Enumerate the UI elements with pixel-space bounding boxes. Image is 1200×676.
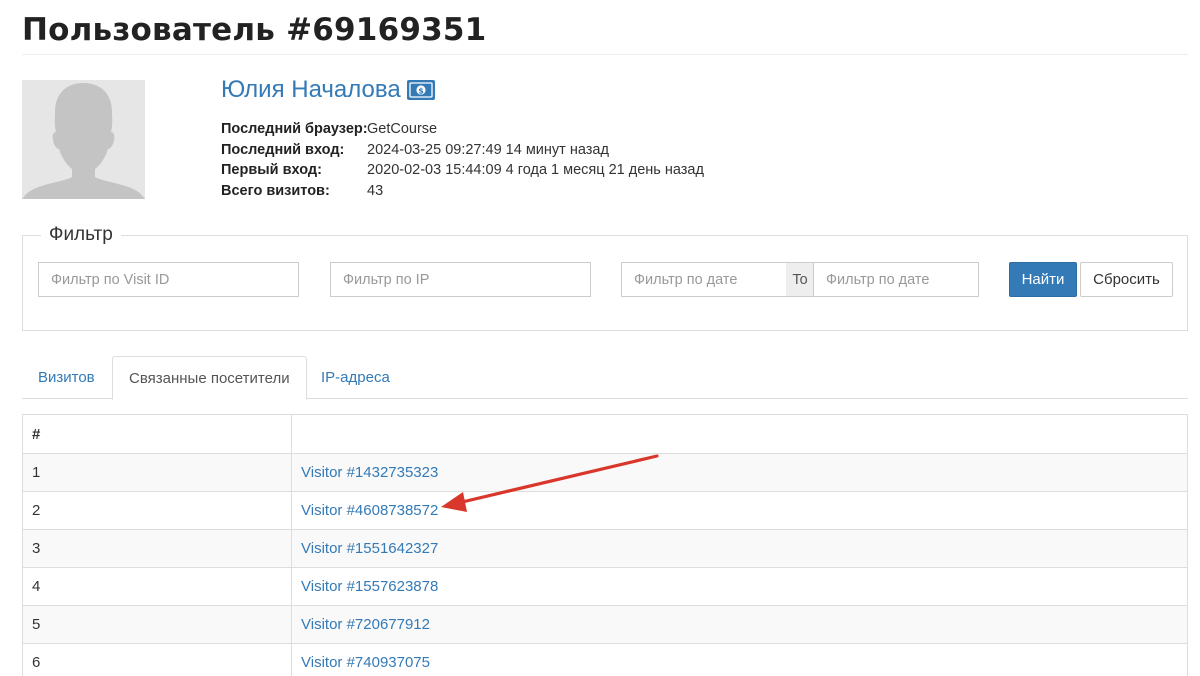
table-row: 4 Visitor #1557623878 — [22, 567, 1188, 606]
user-silhouette-icon — [22, 80, 145, 199]
table-row: 6 Visitor #740937075 — [22, 643, 1188, 676]
svg-text:$: $ — [418, 86, 424, 95]
visitor-cell: Visitor #740937075 — [291, 643, 1188, 676]
filter-legend: Фильтр — [41, 224, 121, 246]
visitor-cell: Visitor #1557623878 — [291, 567, 1188, 606]
reset-button[interactable]: Сбросить — [1080, 262, 1173, 297]
info-label: Последний браузер: — [221, 121, 368, 137]
user-name-row: Юлия Началова $ — [221, 74, 435, 106]
money-icon: $ — [406, 80, 435, 100]
title-divider — [22, 54, 1188, 55]
info-row-first-login: Первый вход: 2020-02-03 15:44:09 4 года … — [221, 160, 704, 181]
user-info: Последний браузер: GetCourse Последний в… — [221, 119, 704, 201]
tab-ip-addresses[interactable]: IP-адреса — [305, 356, 406, 399]
tab-related-visitors[interactable]: Связанные посетители — [112, 356, 307, 400]
visitor-link[interactable]: Visitor #4608738572 — [301, 502, 438, 519]
visitor-cell: Visitor #1551642327 — [291, 529, 1188, 568]
date-range-separator: To — [786, 262, 814, 297]
info-value: 43 — [367, 182, 384, 199]
row-number: 5 — [22, 605, 292, 644]
tab-visits[interactable]: Визитов — [22, 356, 111, 399]
visitor-link[interactable]: Visitor #1551642327 — [301, 540, 438, 557]
related-visitors-table: # 1 Visitor #1432735323 2 Visitor #46087… — [22, 414, 1188, 676]
visitor-link[interactable]: Visitor #1432735323 — [301, 464, 438, 481]
table-row: 1 Visitor #1432735323 — [22, 453, 1188, 492]
visit-id-filter-input[interactable] — [38, 262, 299, 297]
tab-bar: Визитов Связанные посетители IP-адреса — [22, 356, 1188, 400]
info-value: 2020-02-03 15:44:09 4 года 1 месяц 21 де… — [367, 162, 704, 178]
visitor-cell: Visitor #4608738572 — [291, 491, 1188, 530]
avatar — [22, 80, 145, 199]
user-name-link[interactable]: Юлия Началова — [221, 76, 401, 104]
table-row: 3 Visitor #1551642327 — [22, 529, 1188, 568]
table-header-row: # — [22, 414, 1188, 454]
info-label: Последний вход: — [221, 141, 345, 158]
info-row-last-browser: Последний браузер: GetCourse — [221, 119, 704, 140]
visitor-cell: Visitor #720677912 — [291, 605, 1188, 644]
find-button[interactable]: Найти — [1009, 262, 1077, 297]
info-value: 2024-03-25 09:27:49 14 минут назад — [367, 141, 609, 158]
info-row-total-visits: Всего визитов: 43 — [221, 181, 704, 202]
visitor-cell: Visitor #1432735323 — [291, 453, 1188, 492]
page-title: Пользователь #69169351 — [22, 12, 487, 48]
row-number: 6 — [22, 643, 292, 676]
table-row: 2 Visitor #4608738572 — [22, 491, 1188, 530]
info-value: GetCourse — [367, 121, 438, 137]
row-number: 2 — [22, 491, 292, 530]
row-number: 3 — [22, 529, 292, 568]
row-number: 4 — [22, 567, 292, 606]
date-to-filter-input[interactable] — [813, 262, 979, 297]
info-row-last-login: Последний вход: 2024-03-25 09:27:49 14 м… — [221, 140, 704, 161]
column-header-number: # — [22, 414, 292, 454]
table-row: 5 Visitor #720677912 — [22, 605, 1188, 644]
ip-filter-input[interactable] — [330, 262, 591, 297]
column-header-visitor — [291, 414, 1188, 454]
info-label: Первый вход: — [221, 162, 322, 178]
visitor-link[interactable]: Visitor #740937075 — [301, 654, 430, 671]
filter-panel: Фильтр To Найти Сбросить — [22, 224, 1188, 331]
visitor-link[interactable]: Visitor #1557623878 — [301, 578, 438, 595]
visitor-link[interactable]: Visitor #720677912 — [301, 616, 430, 633]
date-from-filter-input[interactable] — [621, 262, 787, 297]
row-number: 1 — [22, 453, 292, 492]
info-label: Всего визитов: — [221, 182, 330, 199]
